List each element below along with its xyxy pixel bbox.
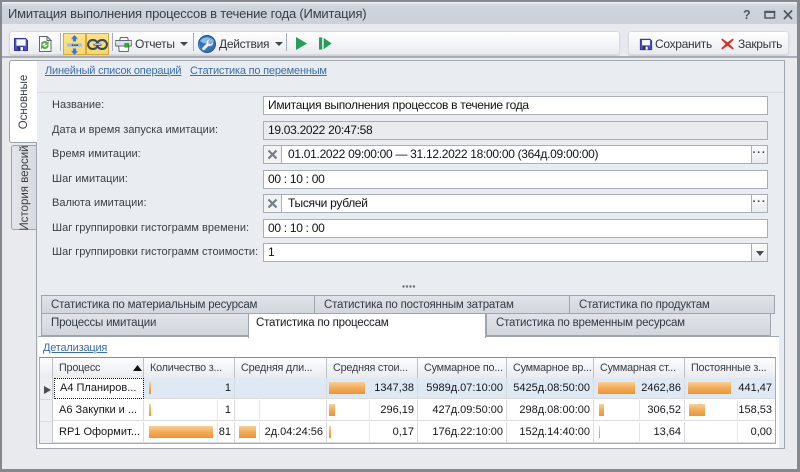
svg-text:?: ? [743,8,750,21]
